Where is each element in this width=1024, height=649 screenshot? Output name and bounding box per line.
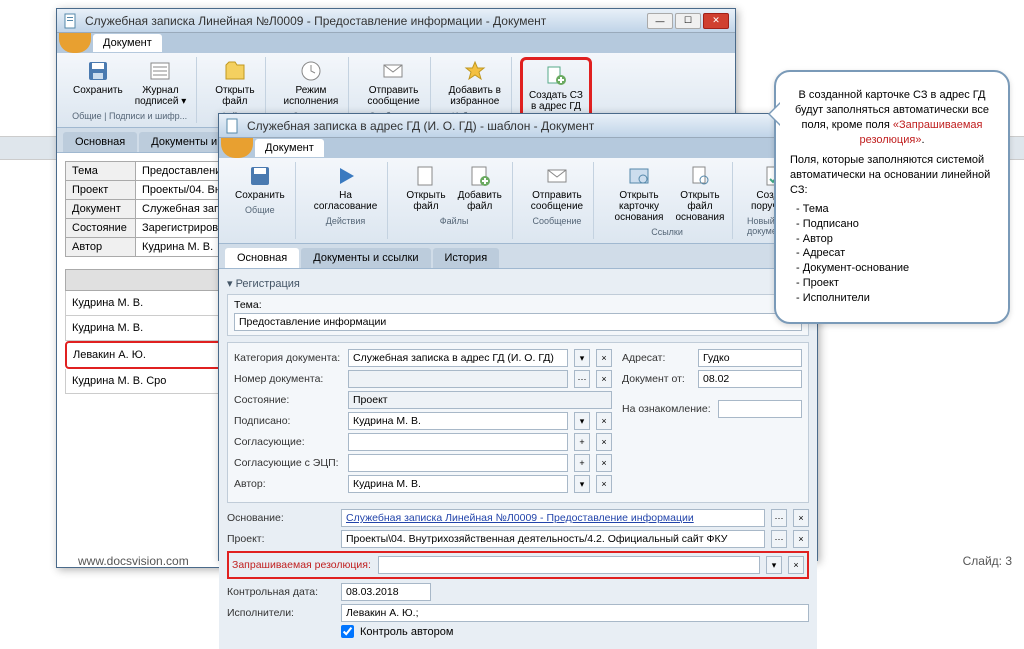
lookup-icon[interactable]: ⋯ [771, 530, 787, 548]
footer-url: www.docsvision.com [78, 554, 189, 568]
dropdown-icon[interactable]: ▾ [766, 556, 782, 574]
ribbon-tab-document[interactable]: Документ [255, 139, 324, 157]
doc-date-input[interactable] [698, 370, 802, 388]
executors-input[interactable] [341, 604, 809, 622]
save-button[interactable]: Сохранить [69, 57, 127, 109]
category-input[interactable] [348, 349, 568, 367]
open-basis-file-button[interactable]: Открыть файл основания [674, 162, 726, 225]
titlebar[interactable]: Служебная записка в адрес ГД (И. О. ГД) … [219, 114, 817, 138]
window-title: Служебная записка в адрес ГД (И. О. ГД) … [247, 119, 811, 133]
app-orb[interactable] [59, 33, 91, 53]
to-approval-button[interactable]: На согласование [310, 162, 382, 214]
child-window: Служебная записка в адрес ГД (И. О. ГД) … [218, 113, 818, 561]
dropdown-icon[interactable]: ▾ [574, 475, 590, 493]
state-input [348, 391, 612, 409]
resolution-row-highlighted: Запрашиваемая резолюция:▾× [227, 551, 809, 579]
basis-input[interactable] [341, 509, 765, 527]
project-input[interactable] [341, 530, 765, 548]
add-icon[interactable]: + [574, 433, 590, 451]
clear-icon[interactable]: × [596, 454, 612, 472]
lookup-icon[interactable]: ⋯ [771, 509, 787, 527]
maximize-button[interactable]: ☐ [675, 13, 701, 29]
info-callout: В созданной карточке СЗ в адрес ГД будут… [774, 70, 1010, 324]
addressee-input[interactable] [698, 349, 802, 367]
author-control-checkbox[interactable] [341, 625, 354, 638]
open-basis-card-button[interactable]: Открыть карточку основания [608, 162, 670, 225]
dropdown-icon[interactable]: ▾ [574, 349, 590, 367]
create-sz-gd-button[interactable]: Создать СЗ в адрес ГД [525, 62, 587, 114]
ribbon-header: Документ [57, 33, 735, 53]
close-button[interactable]: ✕ [703, 13, 729, 29]
tab-main[interactable]: Основная [63, 132, 137, 152]
open-file-button[interactable]: Открыть файл [402, 162, 449, 214]
footer-slide: Слайд: 3 [963, 554, 1012, 568]
signatures-journal-button[interactable]: Журнал подписей ▾ [131, 57, 191, 109]
theme-input[interactable] [234, 313, 802, 331]
auto-fields-list: Тема Подписано Автор Адресат Документ-ос… [796, 202, 994, 306]
clear-icon[interactable]: × [596, 412, 612, 430]
form-area: ▾ Регистрация Тема: Категория документа:… [219, 269, 817, 649]
tab-history[interactable]: История [433, 248, 500, 268]
app-orb[interactable] [221, 138, 253, 158]
doc-icon [63, 13, 79, 29]
clear-icon[interactable]: × [793, 530, 809, 548]
add-icon[interactable]: + [574, 454, 590, 472]
add-favorite-button[interactable]: Добавить в избранное [445, 57, 505, 109]
send-message-button[interactable]: Отправить сообщение [527, 162, 587, 214]
save-button[interactable]: Сохранить [231, 162, 289, 203]
lookup-icon[interactable]: ⋯ [574, 370, 590, 388]
titlebar[interactable]: Служебная записка Линейная №Л0009 - Пред… [57, 9, 735, 33]
execution-mode-button[interactable]: Режим исполнения [280, 57, 343, 109]
resolution-input[interactable] [378, 556, 760, 574]
open-file-button[interactable]: Открыть файл [211, 57, 258, 109]
clear-icon[interactable]: × [596, 349, 612, 367]
tab-main[interactable]: Основная [225, 248, 299, 268]
theme-label: Тема: [234, 299, 802, 311]
window-title: Служебная записка Линейная №Л0009 - Пред… [85, 14, 647, 28]
dropdown-icon[interactable]: ▾ [574, 412, 590, 430]
minimize-button[interactable]: — [647, 13, 673, 29]
add-file-button[interactable]: Добавить файл [454, 162, 506, 214]
author-input[interactable] [348, 475, 568, 493]
section-registration[interactable]: ▾ Регистрация [227, 277, 809, 290]
clear-icon[interactable]: × [793, 509, 809, 527]
approvers-input[interactable] [348, 433, 568, 451]
signed-input[interactable] [348, 412, 568, 430]
info-input[interactable] [718, 400, 802, 418]
ribbon: СохранитьОбщие На согласованиеДействия О… [219, 158, 817, 244]
doc-icon [225, 118, 241, 134]
tab-docs-links[interactable]: Документы и ссылки [301, 248, 430, 268]
control-date-input[interactable] [341, 583, 431, 601]
clear-icon[interactable]: × [596, 433, 612, 451]
send-message-button[interactable]: Отправить сообщение [363, 57, 423, 109]
ribbon-tab-document[interactable]: Документ [93, 34, 162, 52]
doc-number-input[interactable] [348, 370, 568, 388]
eds-approvers-input[interactable] [348, 454, 568, 472]
clear-icon[interactable]: × [596, 370, 612, 388]
clear-icon[interactable]: × [596, 475, 612, 493]
clear-icon[interactable]: × [788, 556, 804, 574]
